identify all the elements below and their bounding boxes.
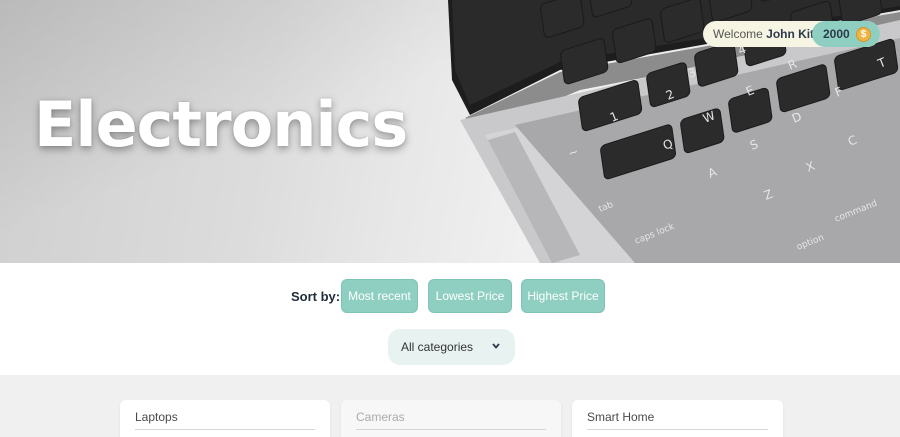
category-card-title: Smart Home bbox=[587, 410, 655, 424]
sort-highest-price-button[interactable]: Highest Price bbox=[521, 279, 605, 313]
coin-amount: 2000 bbox=[823, 27, 850, 41]
welcome-text: Welcome John Kite! bbox=[713, 27, 824, 41]
sort-label: Sort by: bbox=[291, 289, 341, 304]
user-badge[interactable]: Welcome John Kite! 2000 $ bbox=[703, 21, 880, 47]
category-card-title: Cameras bbox=[356, 410, 405, 424]
divider bbox=[356, 429, 546, 430]
page-title: Electronics bbox=[34, 88, 408, 161]
sort-lowest-price-button[interactable]: Lowest Price bbox=[428, 279, 512, 313]
category-card-laptops[interactable]: Laptops bbox=[120, 400, 330, 437]
category-card-title: Laptops bbox=[135, 410, 178, 424]
category-card-cameras[interactable]: Cameras bbox=[341, 400, 561, 437]
divider bbox=[587, 429, 768, 430]
sort-bar: Sort by: Most recent Lowest Price Highes… bbox=[0, 279, 900, 313]
coin-icon: $ bbox=[856, 27, 871, 42]
sort-most-recent-button[interactable]: Most recent bbox=[341, 279, 418, 313]
category-dropdown[interactable]: All categories bbox=[388, 329, 515, 365]
hero-banner: 1 2 3 4 Q W E R A S D F Z X C T tab caps… bbox=[0, 0, 900, 263]
category-card-smart-home[interactable]: Smart Home bbox=[572, 400, 783, 437]
coin-balance[interactable]: 2000 $ bbox=[812, 21, 880, 47]
divider bbox=[135, 429, 315, 430]
category-grid: Laptops Cameras Smart Home bbox=[0, 375, 900, 437]
chevron-down-icon bbox=[492, 343, 500, 349]
category-dropdown-value: All categories bbox=[401, 340, 474, 354]
